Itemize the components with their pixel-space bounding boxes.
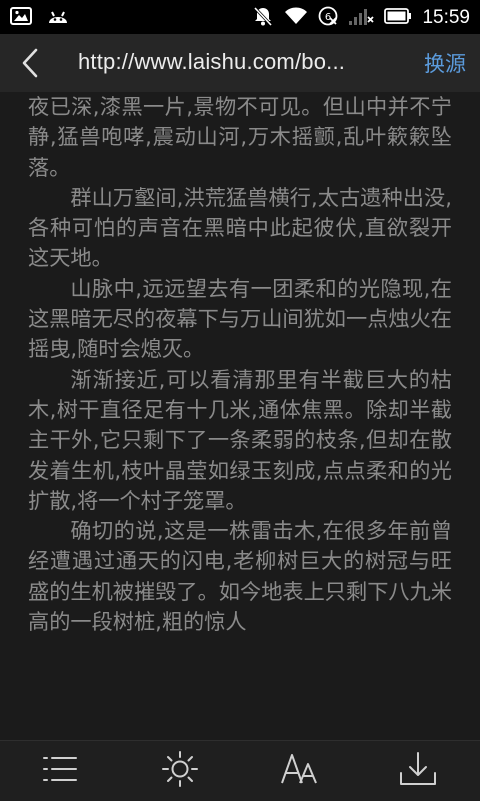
paragraph: 确切的说,这是一株雷击木,在很多年前曾经遭遇过通天的闪电,老柳树巨大的树冠与旺盛… xyxy=(28,518,452,635)
mute-icon xyxy=(252,5,274,31)
brightness-icon xyxy=(161,750,199,792)
url-text: http://www.laishu.com/bo... xyxy=(78,49,346,74)
android-icon xyxy=(46,6,70,30)
paragraph: 山脉中,远远望去有一团柔和的光隐现,在这黑暗无尽的夜幕下与万山间犹如一点烛火在摇… xyxy=(28,275,452,362)
paragraph: 夜已深,漆黑一片,景物不可见。但山中并不宁静,猛兽咆哮,震动山河,万木摇颤,乱叶… xyxy=(28,94,452,180)
battery-icon xyxy=(384,7,412,29)
chapter-text: 夜已深,漆黑一片,景物不可见。但山中并不宁静,猛兽咆哮,震动山河,万木摇颤,乱叶… xyxy=(28,92,452,637)
paragraph: 渐渐接近,可以看清那里有半截巨大的枯木,树干直径足有十几米,通体焦黑。除却半截主… xyxy=(28,366,452,513)
bottom-toolbar xyxy=(0,740,480,801)
title-bar: http://www.laishu.com/bo... 换源 xyxy=(0,34,480,92)
status-bar: 6 15:59 xyxy=(0,0,480,34)
brightness-button[interactable] xyxy=(160,750,200,792)
wifi-icon xyxy=(284,6,308,30)
list-icon xyxy=(41,753,79,789)
svg-text:6: 6 xyxy=(325,12,331,23)
font-settings-button[interactable] xyxy=(280,753,320,789)
chevron-left-icon xyxy=(14,48,50,86)
signal-icon xyxy=(348,6,375,30)
paragraph: 群山万壑间,洪荒猛兽横行,太古遗种出没,各种可怕的声音在黑暗中此起彼伏,直欲裂开… xyxy=(28,184,452,271)
font-size-icon xyxy=(280,752,320,790)
table-of-contents-button[interactable] xyxy=(40,753,80,789)
clock: 15:59 xyxy=(422,7,470,28)
switch-source-button[interactable]: 换源 xyxy=(424,48,466,78)
back-button[interactable] xyxy=(14,44,50,82)
data-off-icon: 6 xyxy=(318,6,338,30)
download-button[interactable] xyxy=(398,751,438,791)
image-icon xyxy=(10,6,32,30)
reader-content[interactable]: 夜已深,漆黑一片,景物不可见。但山中并不宁静,猛兽咆哮,震动山河,万木摇颤,乱叶… xyxy=(0,92,480,740)
download-icon xyxy=(398,751,438,791)
